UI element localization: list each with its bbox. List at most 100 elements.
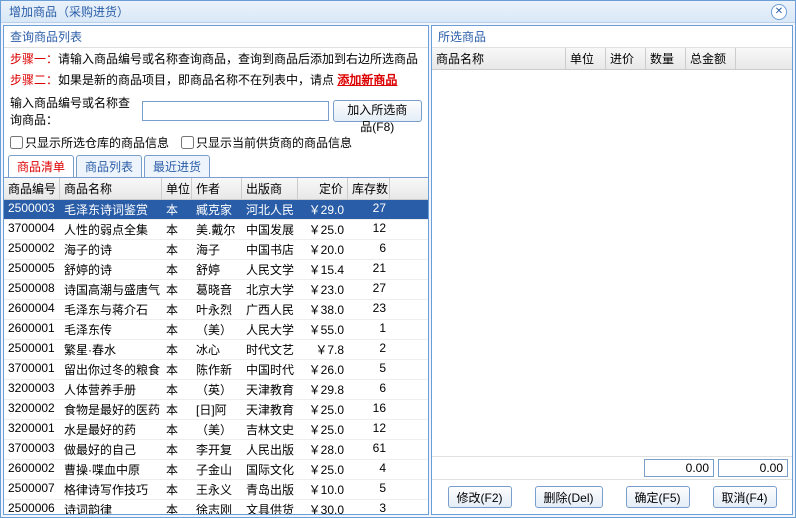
col-unit[interactable]: 单位 bbox=[162, 178, 192, 199]
search-label: 输入商品编号或名称查询商品： bbox=[10, 94, 138, 128]
cell-pub: 人民出版 bbox=[242, 440, 298, 459]
cell-name: 毛泽东与蒋介石 bbox=[60, 300, 162, 319]
cell-code: 3200002 bbox=[4, 400, 60, 419]
col-name[interactable]: 商品名称 bbox=[60, 178, 162, 199]
table-row[interactable]: 3700001留出你过冬的粮食本陈作新中国时代￥26.05 bbox=[4, 360, 428, 380]
cell-price: ￥25.0 bbox=[298, 400, 348, 419]
table-row[interactable]: 2500008诗国高潮与盛唐气本葛晓音北京大学￥23.027 bbox=[4, 280, 428, 300]
cell-pub: 中国书店 bbox=[242, 240, 298, 259]
cell-price: ￥28.0 bbox=[298, 440, 348, 459]
table-row[interactable]: 3700003做最好的自己本李开复人民出版￥28.061 bbox=[4, 440, 428, 460]
chk-supplier[interactable]: 只显示当前供货商的商品信息 bbox=[181, 134, 352, 151]
cell-code: 2500006 bbox=[4, 500, 60, 514]
table-row[interactable]: 2500003毛泽东诗词鉴赏本臧克家河北人民￥29.027 bbox=[4, 200, 428, 220]
tab-recent[interactable]: 最近进货 bbox=[144, 155, 210, 177]
cell-stock: 61 bbox=[348, 440, 390, 459]
table-row[interactable]: 3200003人体营养手册本（英）天津教育￥29.86 bbox=[4, 380, 428, 400]
rcol-unit[interactable]: 单位 bbox=[566, 48, 606, 69]
left-panel: 查询商品列表 步骤一：请输入商品编号或名称查询商品，查询到商品后添加到右边所选商… bbox=[3, 25, 429, 515]
checkbox-row: 只显示所选仓库的商品信息 只显示当前供货商的商品信息 bbox=[4, 132, 428, 153]
step-2-text: 如果是新的商品项目，即商品名称不在列表中，请点 bbox=[58, 73, 334, 87]
delete-button[interactable]: 删除(Del) bbox=[535, 486, 603, 508]
table-row[interactable]: 3200002食物是最好的医药本[日]阿天津教育￥25.016 bbox=[4, 400, 428, 420]
cell-pub: 国际文化 bbox=[242, 460, 298, 479]
cell-name: 舒婷的诗 bbox=[60, 260, 162, 279]
chk-warehouse-box[interactable] bbox=[10, 136, 23, 149]
cell-stock: 21 bbox=[348, 260, 390, 279]
tab-product-table[interactable]: 商品列表 bbox=[76, 155, 142, 177]
add-new-product-link[interactable]: 添加新商品 bbox=[337, 73, 397, 87]
cell-pub: 中国时代 bbox=[242, 360, 298, 379]
search-input[interactable] bbox=[142, 101, 329, 121]
cell-author: 冰心 bbox=[192, 340, 242, 359]
cell-pub: 北京大学 bbox=[242, 280, 298, 299]
table-row[interactable]: 2500001繁星·春水本冰心时代文艺￥7.82 bbox=[4, 340, 428, 360]
cell-author: [日]阿 bbox=[192, 400, 242, 419]
table-row[interactable]: 2500007格律诗写作技巧本王永义青岛出版￥10.05 bbox=[4, 480, 428, 500]
selected-grid-body[interactable] bbox=[432, 70, 792, 456]
cell-unit: 本 bbox=[162, 320, 192, 339]
cell-name: 留出你过冬的粮食 bbox=[60, 360, 162, 379]
add-selected-button[interactable]: 加入所选商品(F8) bbox=[333, 100, 422, 122]
cell-author: 徐志刚 bbox=[192, 500, 242, 514]
cell-price: ￥29.0 bbox=[298, 200, 348, 219]
col-stock[interactable]: 库存数 bbox=[348, 178, 390, 199]
cell-pub: 广西人民 bbox=[242, 300, 298, 319]
selected-grid-header: 商品名称 单位 进价 数量 总金额 bbox=[432, 48, 792, 70]
col-author[interactable]: 作者 bbox=[192, 178, 242, 199]
ok-button[interactable]: 确定(F5) bbox=[626, 486, 690, 508]
col-price[interactable]: 定价 bbox=[298, 178, 348, 199]
grid-header: 商品编号 商品名称 单位 作者 出版商 定价 库存数 bbox=[4, 178, 428, 200]
chk-warehouse[interactable]: 只显示所选仓库的商品信息 bbox=[10, 134, 169, 151]
cell-author: 叶永烈 bbox=[192, 300, 242, 319]
cell-code: 2500007 bbox=[4, 480, 60, 499]
cell-author: 子金山 bbox=[192, 460, 242, 479]
step-1-label: 步骤一： bbox=[10, 52, 58, 66]
cell-author: （美） bbox=[192, 320, 242, 339]
rcol-qty[interactable]: 数量 bbox=[646, 48, 686, 69]
totals-row: 0.00 0.00 bbox=[432, 456, 792, 479]
col-code[interactable]: 商品编号 bbox=[4, 178, 60, 199]
cell-code: 2500002 bbox=[4, 240, 60, 259]
close-button[interactable]: ✕ bbox=[771, 4, 787, 20]
modify-button[interactable]: 修改(F2) bbox=[448, 486, 512, 508]
cell-price: ￥38.0 bbox=[298, 300, 348, 319]
cancel-button[interactable]: 取消(F4) bbox=[713, 486, 777, 508]
table-row[interactable]: 2500002海子的诗本海子中国书店￥20.06 bbox=[4, 240, 428, 260]
rcol-total[interactable]: 总金额 bbox=[686, 48, 736, 69]
cell-unit: 本 bbox=[162, 460, 192, 479]
cell-pub: 人民文学 bbox=[242, 260, 298, 279]
table-row[interactable]: 2500006诗词韵律本徐志刚文具供货￥30.03 bbox=[4, 500, 428, 514]
cell-price: ￥10.0 bbox=[298, 480, 348, 499]
cell-unit: 本 bbox=[162, 200, 192, 219]
cell-name: 诗词韵律 bbox=[60, 500, 162, 514]
rcol-price[interactable]: 进价 bbox=[606, 48, 646, 69]
col-publisher[interactable]: 出版商 bbox=[242, 178, 298, 199]
table-row[interactable]: 2600001毛泽东传本（美）人民大学￥55.01 bbox=[4, 320, 428, 340]
total-qty: 0.00 bbox=[644, 459, 714, 477]
chk-supplier-box[interactable] bbox=[181, 136, 194, 149]
left-panel-title: 查询商品列表 bbox=[4, 26, 428, 48]
grid-body[interactable]: 2500003毛泽东诗词鉴赏本臧克家河北人民￥29.0273700004人性的弱… bbox=[4, 200, 428, 514]
tab-product-list[interactable]: 商品清单 bbox=[8, 155, 74, 177]
table-row[interactable]: 3700004人性的弱点全集本美.戴尔中国发展￥25.012 bbox=[4, 220, 428, 240]
cell-price: ￥25.0 bbox=[298, 420, 348, 439]
table-row[interactable]: 2500005舒婷的诗本舒婷人民文学￥15.421 bbox=[4, 260, 428, 280]
cell-price: ￥29.8 bbox=[298, 380, 348, 399]
cell-author: （英） bbox=[192, 380, 242, 399]
cell-unit: 本 bbox=[162, 440, 192, 459]
right-panel-title: 所选商品 bbox=[432, 26, 792, 48]
rcol-name[interactable]: 商品名称 bbox=[432, 48, 566, 69]
table-row[interactable]: 2600002曹操·喋血中原本子金山国际文化￥25.04 bbox=[4, 460, 428, 480]
cell-name: 曹操·喋血中原 bbox=[60, 460, 162, 479]
cell-unit: 本 bbox=[162, 420, 192, 439]
cell-author: 李开复 bbox=[192, 440, 242, 459]
table-row[interactable]: 2600004毛泽东与蒋介石本叶永烈广西人民￥38.023 bbox=[4, 300, 428, 320]
table-row[interactable]: 3200001水是最好的药本（美）吉林文史￥25.012 bbox=[4, 420, 428, 440]
cell-name: 做最好的自己 bbox=[60, 440, 162, 459]
cell-author: 王永义 bbox=[192, 480, 242, 499]
cell-code: 3700001 bbox=[4, 360, 60, 379]
cell-pub: 文具供货 bbox=[242, 500, 298, 514]
cell-name: 水是最好的药 bbox=[60, 420, 162, 439]
cell-price: ￥26.0 bbox=[298, 360, 348, 379]
